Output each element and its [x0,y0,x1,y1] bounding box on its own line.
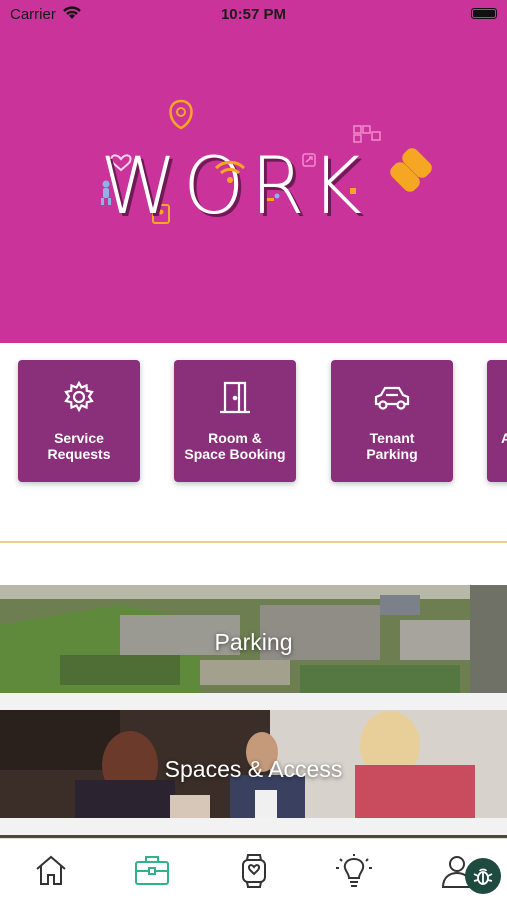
home-icon [36,855,66,885]
tile-label: A [501,430,507,446]
location-pin-icon [169,99,193,130]
bottom-tab-bar [0,838,507,901]
door-icon [220,381,250,414]
room-space-booking-tile[interactable]: Room & Space Booking [174,360,296,482]
gear-icon [64,380,94,413]
battery-icon [471,8,497,19]
tenant-parking-tile[interactable]: Tenant Parking [331,360,453,482]
tab-work[interactable] [132,853,172,889]
tile-label: Tenant Parking [366,430,418,462]
card-caption: Parking [214,629,293,655]
quick-actions-carousel[interactable]: Service Requests Room & Space Booking Te… [0,343,507,500]
section-divider [0,500,507,585]
partial-tile[interactable]: A [487,360,507,482]
tile-label: Room & Space Booking [184,430,286,462]
status-bar: Carrier 10:57 PM [0,0,507,28]
debug-button[interactable] [465,858,501,894]
grid-icon [353,125,381,143]
bug-icon [473,868,493,885]
briefcase-icon [135,856,169,885]
wifi-logo-icon [214,160,246,183]
parking-card[interactable]: Parking [0,585,507,693]
tab-ideas[interactable] [334,853,374,889]
divider-line [0,541,507,543]
hero-banner: WORK [0,28,507,343]
tab-home[interactable] [31,853,71,889]
tile-label: Service Requests [47,430,111,462]
spaces-access-card[interactable]: Spaces & Access [0,710,507,818]
cars-icon [390,148,432,192]
car-icon [374,386,410,410]
card-caption: Spaces & Access [164,756,343,782]
service-requests-tile[interactable]: Service Requests [18,360,140,482]
clock: 10:57 PM [220,6,287,23]
lightbulb-icon [336,854,372,887]
tab-wellness[interactable] [234,853,274,889]
watch-heart-icon [242,854,266,888]
